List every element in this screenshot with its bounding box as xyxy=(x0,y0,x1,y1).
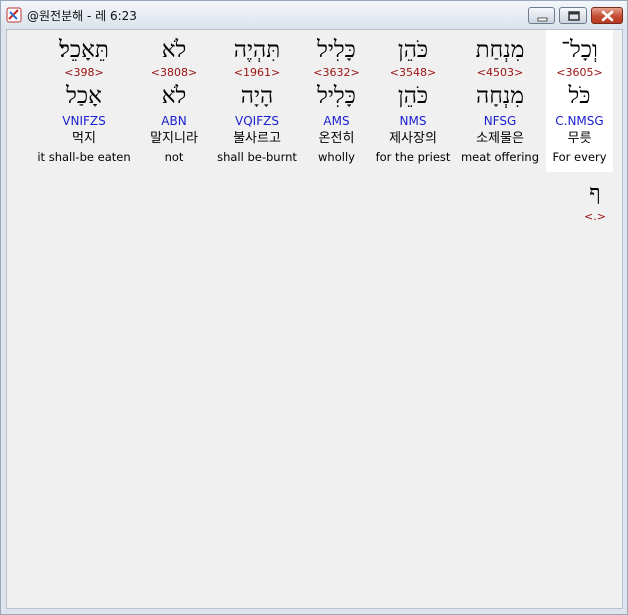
close-button[interactable] xyxy=(591,7,623,24)
strong-number[interactable]: <3548> xyxy=(374,66,452,79)
word-column[interactable]: תֵּאָכֵל׃ <398> אָכַל VNIFZS 먹지 it shall… xyxy=(34,30,134,172)
hebrew-lemma: מִנְחָה xyxy=(476,83,524,109)
strong-number[interactable]: <398> xyxy=(34,66,134,79)
english-gloss: wholly xyxy=(318,150,355,164)
window-title: @원전분해 - 레 6:23 xyxy=(27,9,137,23)
hebrew-lemma: אָכַל xyxy=(66,83,102,109)
strong-number[interactable]: <.> xyxy=(580,210,610,223)
morphology-code: NFSG xyxy=(483,114,517,128)
hebrew-word: לֹא xyxy=(161,37,187,63)
morphology-code: VQIFZS xyxy=(235,114,279,128)
korean-gloss: 먹지 xyxy=(72,131,96,146)
minimize-icon xyxy=(537,17,548,22)
maximize-button[interactable] xyxy=(559,7,587,24)
hebrew-punctuation: ף xyxy=(589,181,601,206)
korean-gloss: 소제물은 xyxy=(476,131,524,146)
english-gloss: shall be-burnt xyxy=(217,150,297,164)
hebrew-word: מִנְחַת xyxy=(475,37,525,63)
hebrew-word: תֵּאָכֵל׃ xyxy=(59,37,109,63)
hebrew-word: תִּהְיֶה xyxy=(233,37,281,63)
word-column[interactable]: כֹּהֵן <3548> כֹּהֵן NMS 제사장의 for the pr… xyxy=(374,30,452,172)
hebrew-lemma: לֹא xyxy=(161,83,187,109)
strong-number[interactable]: <3632> xyxy=(304,66,369,79)
morphology-code: AMS xyxy=(323,114,350,128)
interlinear-panel: תֵּאָכֵל׃ <398> אָכַל VNIFZS 먹지 it shall… xyxy=(6,29,623,609)
maximize-icon xyxy=(568,11,580,21)
word-column[interactable]: כָּלִיל <3632> כָּלִיל AMS 온전히 wholly xyxy=(304,30,369,172)
korean-gloss: 온전히 xyxy=(318,131,355,146)
english-gloss: it shall-be eaten xyxy=(37,150,131,164)
hebrew-lemma: הָיָה xyxy=(240,83,274,109)
close-icon xyxy=(601,10,614,22)
korean-gloss: 불사르고 xyxy=(233,131,281,146)
word-column-selected[interactable]: וְכָל־ <3605> כֹּל C.NMSG 무릇 For every xyxy=(546,30,613,172)
word-column[interactable]: תִּהְיֶה <1961> הָיָה VQIFZS 불사르고 shall … xyxy=(215,30,299,172)
word-column[interactable]: מִנְחַת <4503> מִנְחָה NFSG 소제물은 meat of… xyxy=(459,30,541,172)
hebrew-word: כֹּהֵן xyxy=(397,37,429,63)
app-logo-icon xyxy=(6,7,22,23)
hebrew-word: וְכָל־ xyxy=(561,37,598,63)
word-column[interactable]: לֹא <3808> לֹא ABN 말지니라 not xyxy=(139,30,209,172)
english-gloss: meat offering xyxy=(460,150,540,164)
korean-gloss: 말지니라 xyxy=(150,131,198,146)
english-gloss: For every xyxy=(552,150,607,164)
minimize-button[interactable] xyxy=(528,7,555,24)
strong-number[interactable]: <4503> xyxy=(459,66,541,79)
strong-number[interactable]: <3605> xyxy=(546,66,613,79)
hebrew-lemma: כָּלִיל xyxy=(317,83,356,109)
hebrew-lemma: כֹּל xyxy=(568,83,591,109)
morphology-code: VNIFZS xyxy=(62,114,106,128)
morphology-code: C.NMSG xyxy=(555,114,604,128)
morphology-code: NMS xyxy=(399,114,427,128)
hebrew-word: כָּלִיל xyxy=(317,37,356,63)
strong-number[interactable]: <1961> xyxy=(215,66,299,79)
app-window: @원전분해 - 레 6:23 תֵּאָכֵל׃ <398> אָכַל VNI… xyxy=(0,0,628,615)
hebrew-lemma: כֹּהֵן xyxy=(397,83,429,109)
english-gloss: for the priest xyxy=(375,150,451,164)
korean-gloss: 제사장의 xyxy=(389,131,437,146)
english-gloss: not xyxy=(164,150,184,164)
korean-gloss: 무릇 xyxy=(567,131,592,146)
strong-number[interactable]: <3808> xyxy=(139,66,209,79)
morphology-code: ABN xyxy=(161,114,187,128)
title-bar[interactable]: @원전분해 - 레 6:23 xyxy=(1,1,627,29)
verse-end-marker[interactable]: ף <.> xyxy=(580,180,610,226)
